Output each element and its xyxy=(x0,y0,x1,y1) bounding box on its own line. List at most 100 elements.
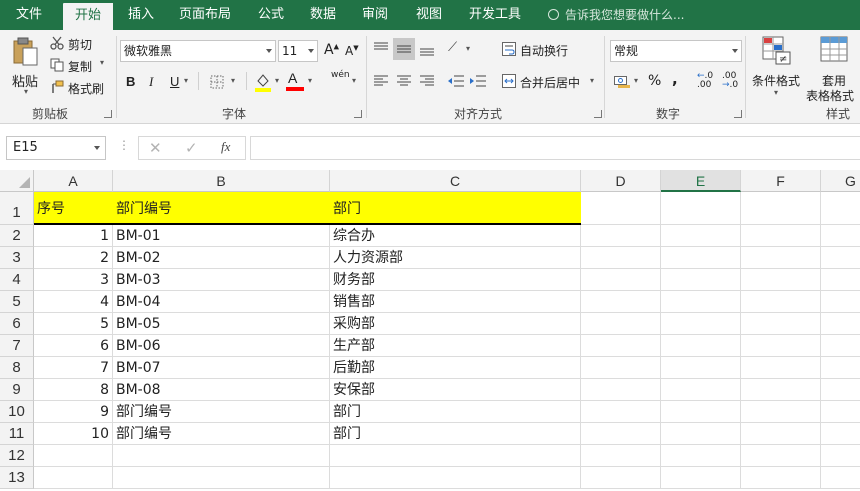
cell-f2[interactable] xyxy=(741,225,821,247)
cell-e12[interactable] xyxy=(661,445,741,467)
select-all-button[interactable] xyxy=(0,170,34,192)
cell-d1[interactable] xyxy=(581,192,661,225)
cell-a7[interactable]: 6 xyxy=(34,335,113,357)
cell-g10[interactable] xyxy=(821,401,860,423)
cell-a9[interactable]: 8 xyxy=(34,379,113,401)
font-size-select[interactable]: 11 xyxy=(278,40,318,62)
cell-a12[interactable] xyxy=(34,445,113,467)
cell-f10[interactable] xyxy=(741,401,821,423)
cell-d3[interactable] xyxy=(581,247,661,269)
cell-b3[interactable]: BM-02 xyxy=(113,247,330,269)
cell-e10[interactable] xyxy=(661,401,741,423)
row-header[interactable]: 13 xyxy=(0,467,34,489)
tab-file[interactable]: 文件 xyxy=(4,0,54,30)
cell-d10[interactable] xyxy=(581,401,661,423)
cell-f3[interactable] xyxy=(741,247,821,269)
align-right-icon[interactable] xyxy=(420,75,434,87)
paste-button[interactable]: 粘贴 ▾ xyxy=(8,35,44,97)
merge-center-button[interactable]: 合并后居中 xyxy=(520,74,580,91)
cell-e13[interactable] xyxy=(661,467,741,489)
cell-e3[interactable] xyxy=(661,247,741,269)
row-header[interactable]: 3 xyxy=(0,247,34,269)
fill-color-dropdown-icon[interactable]: ▾ xyxy=(275,76,279,85)
cell-g11[interactable] xyxy=(821,423,860,445)
align-bottom-icon[interactable] xyxy=(420,44,434,56)
cell-f12[interactable] xyxy=(741,445,821,467)
number-launcher-icon[interactable] xyxy=(734,110,742,118)
cell-f4[interactable] xyxy=(741,269,821,291)
cell-d2[interactable] xyxy=(581,225,661,247)
column-header-f[interactable]: F xyxy=(741,170,821,192)
underline-dropdown-icon[interactable]: ▾ xyxy=(184,76,188,85)
tell-me-search[interactable]: 告诉我您想要做什么... xyxy=(548,0,684,30)
font-color-button[interactable]: A xyxy=(288,70,297,86)
fill-color-icon[interactable] xyxy=(254,72,272,92)
cell-c2[interactable]: 综合办 xyxy=(330,225,581,247)
enter-check-icon[interactable]: ✓ xyxy=(185,139,198,157)
column-header-c[interactable]: C xyxy=(330,170,581,192)
cell-b12[interactable] xyxy=(113,445,330,467)
cell-f7[interactable] xyxy=(741,335,821,357)
cell-b13[interactable] xyxy=(113,467,330,489)
comma-button[interactable]: , xyxy=(672,70,678,88)
cell-b11[interactable]: 部门编号 xyxy=(113,423,330,445)
font-color-dropdown-icon[interactable]: ▾ xyxy=(308,76,312,85)
format-as-table-button[interactable]: 套用 表格格式 xyxy=(806,34,860,103)
cell-g6[interactable] xyxy=(821,313,860,335)
cell-b1[interactable]: 部门编号 xyxy=(113,192,330,225)
conditional-format-button[interactable]: ≠ 条件格式 ▾ xyxy=(750,34,804,100)
tab-review[interactable]: 审阅 xyxy=(354,0,396,30)
tab-insert[interactable]: 插入 xyxy=(117,0,165,30)
cell-g9[interactable] xyxy=(821,379,860,401)
cell-c3[interactable]: 人力资源部 xyxy=(330,247,581,269)
tab-home[interactable]: 开始 xyxy=(63,3,113,30)
column-header-d[interactable]: D xyxy=(581,170,661,192)
tab-page-layout[interactable]: 页面布局 xyxy=(172,0,238,30)
cell-e5[interactable] xyxy=(661,291,741,313)
cell-d7[interactable] xyxy=(581,335,661,357)
cell-g4[interactable] xyxy=(821,269,860,291)
cell-c10[interactable]: 部门 xyxy=(330,401,581,423)
column-header-e[interactable]: E xyxy=(661,170,741,192)
cell-f11[interactable] xyxy=(741,423,821,445)
cell-d11[interactable] xyxy=(581,423,661,445)
cell-f13[interactable] xyxy=(741,467,821,489)
row-header[interactable]: 1 xyxy=(0,192,34,225)
cell-e9[interactable] xyxy=(661,379,741,401)
italic-button[interactable]: I xyxy=(149,74,153,90)
wrap-text-button[interactable]: 自动换行 xyxy=(520,42,568,59)
cell-d13[interactable] xyxy=(581,467,661,489)
row-header[interactable]: 6 xyxy=(0,313,34,335)
cell-g13[interactable] xyxy=(821,467,860,489)
row-header[interactable]: 4 xyxy=(0,269,34,291)
borders-icon[interactable] xyxy=(210,75,224,89)
cell-a1[interactable]: 序号 xyxy=(34,192,113,225)
cell-c11[interactable]: 部门 xyxy=(330,423,581,445)
cell-e11[interactable] xyxy=(661,423,741,445)
percent-button[interactable]: % xyxy=(648,73,661,89)
cell-e2[interactable] xyxy=(661,225,741,247)
cell-g5[interactable] xyxy=(821,291,860,313)
row-header[interactable]: 9 xyxy=(0,379,34,401)
cell-c5[interactable]: 销售部 xyxy=(330,291,581,313)
cancel-icon[interactable]: ✕ xyxy=(149,139,162,157)
cell-f5[interactable] xyxy=(741,291,821,313)
cell-d4[interactable] xyxy=(581,269,661,291)
merge-dropdown-icon[interactable]: ▾ xyxy=(590,76,594,85)
cell-a6[interactable]: 5 xyxy=(34,313,113,335)
row-header[interactable]: 7 xyxy=(0,335,34,357)
row-header[interactable]: 8 xyxy=(0,357,34,379)
cell-c7[interactable]: 生产部 xyxy=(330,335,581,357)
cell-d9[interactable] xyxy=(581,379,661,401)
row-header[interactable]: 12 xyxy=(0,445,34,467)
cell-e6[interactable] xyxy=(661,313,741,335)
cell-a10[interactable]: 9 xyxy=(34,401,113,423)
cell-b6[interactable]: BM-05 xyxy=(113,313,330,335)
formula-input[interactable] xyxy=(250,136,860,160)
phonetic-dropdown-icon[interactable]: ▾ xyxy=(352,76,356,85)
cell-g2[interactable] xyxy=(821,225,860,247)
tab-data[interactable]: 数据 xyxy=(302,0,344,30)
cell-b5[interactable]: BM-04 xyxy=(113,291,330,313)
cell-b7[interactable]: BM-06 xyxy=(113,335,330,357)
row-header[interactable]: 11 xyxy=(0,423,34,445)
